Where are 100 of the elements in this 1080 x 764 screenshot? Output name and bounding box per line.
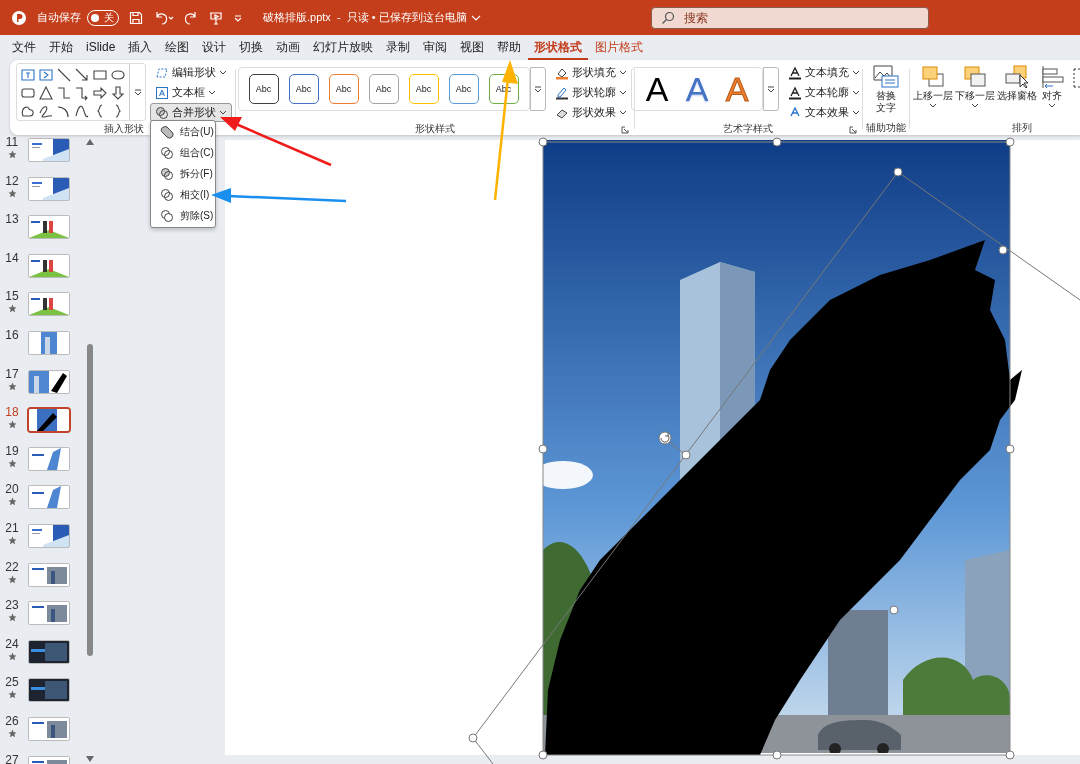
ribbon-button[interactable]: 下移一层 — [954, 63, 996, 109]
ribbon-button[interactable]: 文本效果 — [783, 103, 865, 122]
ribbon-button[interactable]: 选择窗格 — [996, 63, 1038, 102]
caret-icon — [208, 89, 216, 96]
undo-icon[interactable] — [153, 10, 175, 25]
gallery-more-button[interactable] — [529, 67, 546, 111]
letter-a-icon — [788, 85, 802, 100]
chevron-down-icon[interactable] — [470, 13, 481, 22]
search-field[interactable]: 搜索 — [650, 6, 929, 29]
ribbon-tab[interactable]: 图片格式 — [589, 35, 650, 60]
ribbon-button[interactable]: 编辑形状 — [150, 63, 232, 82]
ribbon-button[interactable]: 文本框 — [150, 83, 232, 102]
document-title[interactable]: 破格排版.pptx - 只读 • 已保存到这台电脑 — [263, 10, 467, 25]
curve-icon[interactable] — [74, 103, 90, 119]
slide-thumbnail[interactable] — [28, 485, 70, 510]
rotate-handle-icon[interactable] — [658, 431, 672, 445]
ribbon-button[interactable]: 文本填充 — [783, 63, 865, 82]
slide-number: 13 — [5, 213, 19, 227]
ribbon-tab[interactable]: 开始 — [43, 35, 79, 60]
ribbon-tab[interactable]: 文件 — [6, 35, 42, 60]
text-box-icon[interactable] — [20, 67, 36, 83]
wordart-sample[interactable]: A — [640, 69, 674, 109]
slide-thumbnail[interactable] — [28, 292, 70, 317]
ribbon-tab[interactable]: 幻灯片放映 — [307, 35, 380, 60]
ribbon-button[interactable]: 文本轮廓 — [783, 83, 865, 102]
menu-item[interactable]: 剪除(S) — [151, 205, 215, 226]
ribbon-tab[interactable]: 绘图 — [159, 35, 196, 60]
slide-thumbnail[interactable] — [28, 562, 70, 587]
overlapping-circles-icon — [160, 187, 174, 202]
ribbon-tab[interactable]: 视图 — [454, 35, 491, 60]
slide-thumbnail[interactable] — [28, 215, 70, 240]
style-swatch[interactable]: Abc — [248, 74, 279, 104]
dashed-shape-icon — [155, 65, 169, 80]
style-swatch[interactable]: Abc — [448, 74, 479, 104]
slide-thumbnail[interactable] — [28, 176, 70, 201]
slide-thumbnail[interactable] — [28, 369, 70, 394]
ribbon-tab[interactable]: 审阅 — [417, 35, 454, 60]
line-icon[interactable] — [56, 67, 72, 83]
scribble-icon[interactable] — [38, 103, 54, 119]
right-arrow-icon[interactable] — [92, 85, 108, 101]
group-label: 排列 — [1012, 121, 1032, 135]
gallery-more-button[interactable] — [763, 67, 779, 111]
arc-icon[interactable] — [56, 103, 72, 119]
slide-thumbnail[interactable] — [28, 446, 70, 471]
slide-thumbnail[interactable] — [28, 678, 70, 703]
bring-forward-icon — [920, 65, 946, 89]
slide-thumbnail[interactable] — [27, 407, 71, 434]
ribbon-button[interactable]: 形状效果 — [549, 103, 632, 122]
freeform-icon[interactable] — [20, 103, 36, 119]
slide-thumbnail[interactable] — [28, 330, 70, 355]
brush-stroke-shape[interactable] — [545, 240, 1022, 755]
ribbon-button[interactable]: 上移一层 — [912, 63, 954, 109]
ribbon-tab[interactable]: 动画 — [270, 35, 307, 60]
caret-icon — [1048, 103, 1056, 109]
line-arrow-icon[interactable] — [74, 67, 90, 83]
elbow-arrow-icon[interactable] — [74, 85, 90, 101]
group-objects-icon[interactable] — [1072, 67, 1080, 91]
style-swatch[interactable]: Abc — [328, 74, 359, 104]
style-swatch[interactable]: Abc — [288, 74, 319, 104]
ribbon-button[interactable]: 对齐 — [1038, 63, 1066, 109]
redo-icon[interactable] — [185, 10, 199, 25]
ribbon-button[interactable]: 形状填充 — [549, 63, 632, 82]
rotated-selection-frame[interactable] — [468, 167, 1080, 764]
menu-item[interactable]: 结合(U) — [151, 122, 215, 143]
letter-a-icon — [788, 65, 802, 80]
style-swatch[interactable]: Abc — [368, 74, 399, 104]
slide-number: 18 — [5, 406, 19, 420]
presentation-icon[interactable] — [209, 10, 223, 25]
slide-thumbnail[interactable] — [28, 716, 70, 741]
ribbon-tab[interactable]: 帮助 — [491, 35, 528, 60]
menu-item[interactable]: 组合(C) — [151, 142, 215, 164]
rounded-shape-icon — [160, 125, 174, 140]
ribbon-tab[interactable]: 切换 — [233, 35, 270, 60]
wordart-sample[interactable]: A — [680, 69, 714, 109]
menu-item[interactable]: 相交(I) — [151, 184, 215, 206]
slide-thumbnail[interactable] — [28, 639, 70, 664]
down-arrow-icon[interactable] — [110, 85, 126, 101]
dialog-launcher-icon[interactable] — [849, 126, 857, 134]
ribbon-tab[interactable]: 录制 — [380, 35, 417, 60]
style-swatch[interactable]: Abc — [408, 74, 439, 104]
alt-text-button[interactable]: 替换文字 — [871, 63, 900, 114]
ribbon-tab[interactable]: iSlide — [80, 37, 122, 58]
scroll-up-icon[interactable] — [86, 139, 94, 145]
slide-number: 23 — [5, 599, 19, 613]
slide-thumbnail[interactable] — [28, 601, 70, 626]
slide-thumbnail[interactable] — [28, 523, 70, 548]
caret-icon — [618, 89, 627, 96]
slide-thumbnail[interactable] — [28, 138, 70, 162]
save-icon[interactable] — [129, 10, 143, 25]
dialog-launcher-icon[interactable] — [620, 126, 629, 134]
scroll-down-icon[interactable] — [86, 756, 94, 762]
ribbon-tab[interactable]: 插入 — [122, 35, 159, 60]
customize-caret-icon[interactable] — [233, 12, 243, 23]
slide-thumbnail[interactable] — [28, 253, 70, 278]
menu-item[interactable]: 拆分(F) — [151, 163, 215, 185]
triangle-icon[interactable] — [38, 85, 54, 101]
ribbon-button[interactable]: 形状轮廓 — [549, 83, 632, 102]
slide-number: 11 — [5, 136, 19, 149]
ribbon-tab[interactable]: 设计 — [196, 35, 233, 60]
overlapping-circles-icon — [160, 146, 174, 161]
